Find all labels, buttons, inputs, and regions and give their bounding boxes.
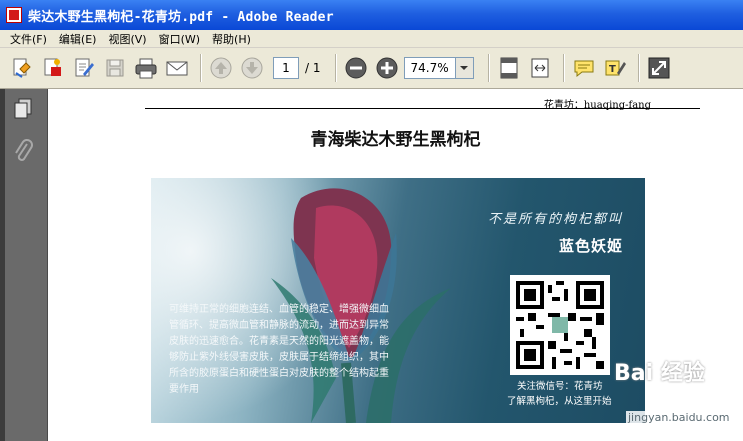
menu-file[interactable]: 文件(F)	[4, 31, 53, 47]
menu-bar: 文件(F) 编辑(E) 视图(V) 窗口(W) 帮助(H)	[0, 30, 743, 48]
promo-description: 可维持正常的细胞连结、血管的稳定、增强微细血管循环、提高微血管和静脉的流动，进而…	[169, 304, 389, 395]
watermark-url: jingyan.baidu.com	[626, 411, 732, 424]
zoom-in-button[interactable]	[373, 54, 401, 82]
print-button[interactable]	[132, 54, 160, 82]
menu-edit[interactable]: 编辑(E)	[53, 31, 103, 47]
next-page-button[interactable]	[238, 54, 266, 82]
toolbar-separator	[334, 54, 336, 82]
arrow-up-icon	[210, 57, 232, 79]
pane-edge	[0, 89, 5, 441]
printer-icon	[135, 58, 157, 79]
adobe-reader-icon	[6, 7, 22, 23]
previous-page-button[interactable]	[207, 54, 235, 82]
edit-button[interactable]	[70, 54, 98, 82]
create-pdf-icon	[44, 58, 61, 76]
header-rule	[145, 108, 700, 109]
open-button[interactable]	[8, 54, 36, 82]
pages-panel-button[interactable]	[9, 95, 37, 123]
toolbar-separator	[562, 54, 564, 82]
edit-document-icon	[75, 58, 94, 77]
promo-caption-learn: 了解黑枸杞，从这里开始	[507, 396, 612, 407]
attachments-panel-button[interactable]	[9, 137, 37, 165]
promo-tagline: 不是所有的枸杞都叫	[487, 212, 623, 227]
title-bar: 柴达木野生黑枸杞-花青坊.pdf - Adobe Reader	[0, 0, 743, 30]
expand-icon	[648, 57, 669, 79]
page-total-label: / 1	[305, 61, 321, 75]
svg-text:T: T	[609, 64, 616, 75]
wechat-qr-code	[510, 275, 610, 375]
full-screen-button[interactable]	[645, 54, 673, 82]
promo-brand-name: 蓝色妖姬	[558, 237, 623, 255]
toolbar: 1 / 1 74.7% T	[0, 48, 743, 89]
promo-image: 不是所有的枸杞都叫 蓝色妖姬 可维持正常的细胞连结、血管的稳定、增强微细血管循环…	[151, 178, 645, 423]
highlight-text-button[interactable]: T	[601, 54, 629, 82]
paperclip-icon	[15, 139, 33, 161]
zoom-level-input[interactable]: 74.7%	[403, 57, 456, 79]
fit-page-button[interactable]	[495, 54, 523, 82]
menu-help[interactable]: 帮助(H)	[206, 31, 257, 47]
qr-code-icon	[516, 281, 604, 369]
email-button[interactable]	[163, 54, 191, 82]
envelope-icon	[166, 61, 188, 76]
arrow-down-icon	[241, 57, 263, 79]
pages-icon	[14, 98, 32, 119]
fit-width-button[interactable]	[526, 54, 554, 82]
open-file-icon	[13, 58, 31, 78]
fit-page-icon	[500, 57, 517, 79]
toolbar-separator	[200, 54, 201, 82]
text-highlight-icon: T	[605, 60, 626, 76]
comment-button[interactable]	[570, 54, 598, 82]
document-title: 青海柴达木野生黑枸杞	[310, 130, 481, 150]
save-disk-icon	[106, 59, 124, 77]
menu-window[interactable]: 窗口(W)	[153, 31, 206, 47]
save-button[interactable]	[101, 54, 129, 82]
menu-view[interactable]: 视图(V)	[102, 31, 152, 47]
plus-circle-icon	[376, 57, 397, 79]
document-page: 花青坊：huaqing-fang 青海柴达木野生黑枸杞 不是所有的枸杞都叫 蓝色…	[48, 89, 743, 441]
minus-circle-icon	[345, 57, 366, 79]
baidu-jingyan-watermark: Bai 经验	[614, 361, 705, 386]
toolbar-separator	[637, 54, 639, 82]
page-number-input[interactable]: 1	[273, 57, 299, 79]
promo-caption-wechat: 关注微信号：花青坊	[517, 381, 603, 392]
speech-bubble-icon	[574, 60, 593, 78]
fit-width-icon	[531, 58, 548, 78]
zoom-out-button[interactable]	[342, 54, 370, 82]
window-title: 柴达木野生黑枸杞-花青坊.pdf - Adobe Reader	[28, 9, 334, 25]
zoom-dropdown-button[interactable]	[455, 57, 474, 79]
chevron-down-icon	[460, 66, 468, 70]
toolbar-separator	[487, 54, 489, 82]
navigation-pane	[0, 89, 48, 441]
create-pdf-button[interactable]	[39, 54, 67, 82]
